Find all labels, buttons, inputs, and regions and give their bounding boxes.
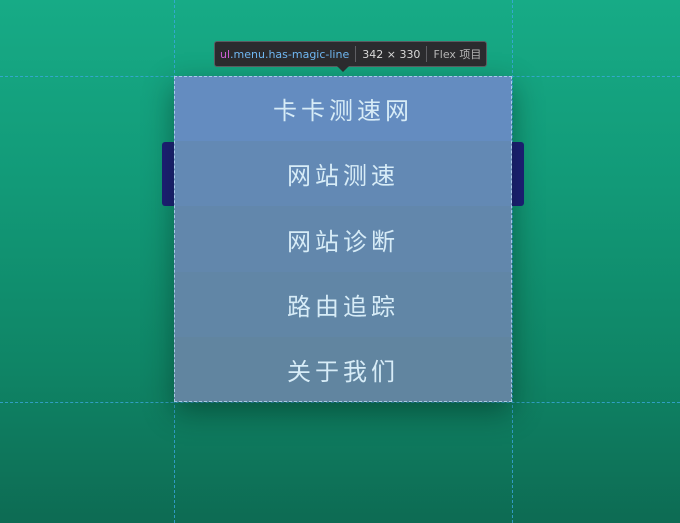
menu-item-route-trace[interactable]: 路由追踪 — [174, 271, 512, 337]
menu-item-site-diagnosis[interactable]: 网站诊断 — [174, 206, 512, 272]
menu-item-about-us[interactable]: 关于我们 — [174, 336, 512, 403]
menu-list: 卡卡测速网 网站测速 网站诊断 路由追踪 关于我们 — [174, 76, 512, 403]
tooltip-type: Flex 项目 — [433, 48, 482, 61]
tooltip-divider — [426, 46, 428, 62]
tooltip-classes: .menu.has-magic-line — [230, 47, 350, 61]
guide-line-bottom — [0, 402, 680, 403]
tooltip-divider — [355, 46, 357, 62]
tooltip-size: 342 × 330 — [362, 47, 421, 61]
tooltip-tag: ul — [220, 47, 231, 61]
guide-line-right — [512, 0, 513, 523]
menu-item-speed-test[interactable]: 网站测速 — [174, 141, 512, 207]
inspector-tooltip: ul .menu.has-magic-line 342 × 330 Flex 项目 — [214, 41, 488, 72]
menu-item-home[interactable]: 卡卡测速网 — [174, 76, 512, 142]
